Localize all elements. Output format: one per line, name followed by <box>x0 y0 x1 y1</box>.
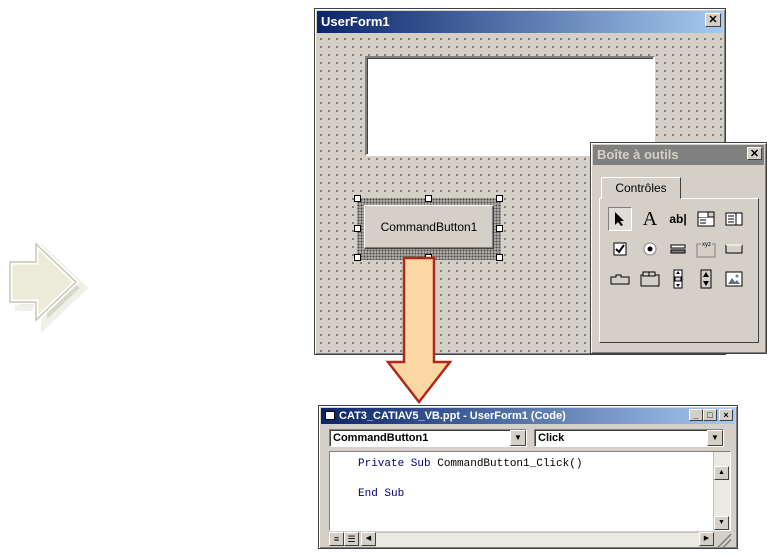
code-window: CAT3_CATIAV5_VB.ppt - UserForm1 (Code) _… <box>318 405 738 549</box>
chevron-down-icon[interactable]: ▼ <box>510 430 526 446</box>
commandbutton-icon[interactable] <box>722 237 746 261</box>
resize-handle[interactable] <box>496 254 503 261</box>
frame-icon[interactable]: xyz <box>694 237 718 261</box>
horizontal-scrollbar-bar: ≡ ☰ ◀ ▶ <box>329 532 731 547</box>
command-button-label: CommandButton1 <box>380 220 478 234</box>
close-button[interactable]: × <box>719 409 733 421</box>
toolbox-window: Boîte à outils ✕ Contrôles A ab| xyz <box>590 142 767 354</box>
code-editor[interactable]: Private Sub CommandButton1_Click() End S… <box>329 451 731 531</box>
resize-handle[interactable] <box>354 225 361 232</box>
pointer-icon[interactable] <box>608 207 632 231</box>
textbox-control[interactable] <box>365 56 655 156</box>
horizontal-scrollbar[interactable] <box>376 532 699 547</box>
checkbox-icon[interactable] <box>608 237 632 261</box>
full-module-view-icon[interactable]: ☰ <box>344 532 359 546</box>
scroll-right-icon[interactable]: ▶ <box>699 532 714 546</box>
right-arrow-icon <box>7 238 89 332</box>
code-title-bar[interactable]: CAT3_CATIAV5_VB.ppt - UserForm1 (Code) <box>321 408 735 424</box>
resize-handle[interactable] <box>354 254 361 261</box>
toolbox-title: Boîte à outils <box>597 147 679 162</box>
code-line: Private Sub CommandButton1_Click() <box>358 458 583 470</box>
multipage-icon[interactable] <box>638 267 662 291</box>
tool-panel: A ab| xyz <box>599 198 759 343</box>
togglebutton-icon[interactable] <box>666 237 690 261</box>
close-button[interactable]: ✕ <box>705 13 721 27</box>
tab-label: Contrôles <box>615 181 667 195</box>
label-icon[interactable]: A <box>638 207 662 231</box>
spinbutton-icon[interactable] <box>694 267 718 291</box>
tabstrip-icon[interactable] <box>608 267 632 291</box>
close-icon: ✕ <box>708 14 718 26</box>
toolbox-close-button[interactable]: ✕ <box>747 147 762 160</box>
scroll-left-icon[interactable]: ◀ <box>361 532 376 546</box>
resize-handle[interactable] <box>496 195 503 202</box>
tab-controles[interactable]: Contrôles <box>601 177 681 199</box>
vertical-scrollbar[interactable]: ▲ ▼ <box>713 452 730 530</box>
scroll-down-icon[interactable]: ▼ <box>714 516 729 530</box>
procedure-view-icon[interactable]: ≡ <box>329 532 344 546</box>
resize-grip-icon[interactable] <box>715 532 731 547</box>
down-arrow-icon <box>385 256 453 405</box>
toolbox-title-bar[interactable]: Boîte à outils <box>593 145 764 165</box>
combobox-icon[interactable] <box>694 207 718 231</box>
optionbutton-icon[interactable] <box>638 237 662 261</box>
userform-title: UserForm1 <box>321 14 390 29</box>
resize-handle[interactable] <box>496 225 503 232</box>
object-dropdown-value: CommandButton1 <box>333 432 429 444</box>
listbox-icon[interactable] <box>722 207 746 231</box>
minimize-icon: _ <box>693 410 699 420</box>
code-line: End Sub <box>358 488 405 500</box>
textbox-icon[interactable]: ab| <box>666 207 690 231</box>
procedure-dropdown[interactable]: Click ▼ <box>534 429 724 447</box>
command-button-control[interactable]: CommandButton1 <box>364 205 494 249</box>
resize-handle[interactable] <box>354 195 361 202</box>
close-icon: ✕ <box>749 148 760 160</box>
close-icon: × <box>723 410 729 420</box>
image-icon[interactable] <box>722 267 746 291</box>
userform-title-bar[interactable]: UserForm1 <box>317 11 723 33</box>
procedure-dropdown-value: Click <box>538 432 565 444</box>
minimize-button[interactable]: _ <box>689 409 703 421</box>
maximize-icon: □ <box>707 410 713 420</box>
vba-icon <box>325 411 335 420</box>
chevron-down-icon[interactable]: ▼ <box>707 430 723 446</box>
maximize-button[interactable]: □ <box>703 409 717 421</box>
svg-text:xyz: xyz <box>702 242 711 248</box>
resize-handle[interactable] <box>425 195 432 202</box>
scrollbar-icon[interactable] <box>666 267 690 291</box>
object-dropdown[interactable]: CommandButton1 ▼ <box>329 429 527 447</box>
code-window-title: CAT3_CATIAV5_VB.ppt - UserForm1 (Code) <box>339 410 566 422</box>
scroll-up-icon[interactable]: ▲ <box>714 466 729 480</box>
